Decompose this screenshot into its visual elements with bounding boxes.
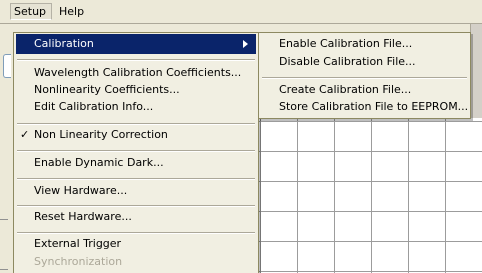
menu-item-edit-calibration-info[interactable]: Edit Calibration Info... [16,97,256,117]
menu-item-label: Non Linearity Correction [34,128,168,141]
chevron-right-icon [243,40,248,48]
right-panel-edge [470,24,482,119]
spectrum-graph-grid [258,118,482,273]
menu-item-store-calibration-eeprom[interactable]: Store Calibration File to EEPROM... [261,97,468,117]
menu-item-label: Calibration [34,37,94,50]
menu-item-disable-calibration-file[interactable]: Disable Calibration File... [261,52,468,72]
menu-item-reset-hardware[interactable]: Reset Hardware... [16,207,256,227]
edge-divider [0,219,8,220]
menu-separator [17,59,255,61]
menu-item-enable-dynamic-dark[interactable]: Enable Dynamic Dark... [16,153,256,173]
menu-item-nonlinearity-correction[interactable]: ✓ Non Linearity Correction [16,125,256,145]
menu-item-synchronization: Synchronization [34,255,123,268]
menu-help[interactable]: Help [55,3,85,20]
menu-item-enable-calibration-file[interactable]: Enable Calibration File... [261,34,468,54]
setup-menu: Calibration Wavelength Calibration Coeff… [13,32,259,273]
menu-item-view-hardware[interactable]: View Hardware... [16,181,256,201]
edge-divider [0,269,8,270]
checkmark-icon: ✓ [20,128,30,141]
menu-bar: Setup Help [0,0,482,24]
menu-separator [17,150,255,152]
left-edge-panel [0,24,12,273]
menu-separator [17,178,255,180]
left-edge-control [3,54,11,78]
menu-item-external-trigger[interactable]: External Trigger [16,234,256,254]
menu-separator [262,77,467,79]
menu-setup[interactable]: Setup [10,3,52,20]
menu-item-calibration[interactable]: Calibration [16,34,256,54]
calibration-submenu: Enable Calibration File... Disable Calib… [258,32,471,119]
